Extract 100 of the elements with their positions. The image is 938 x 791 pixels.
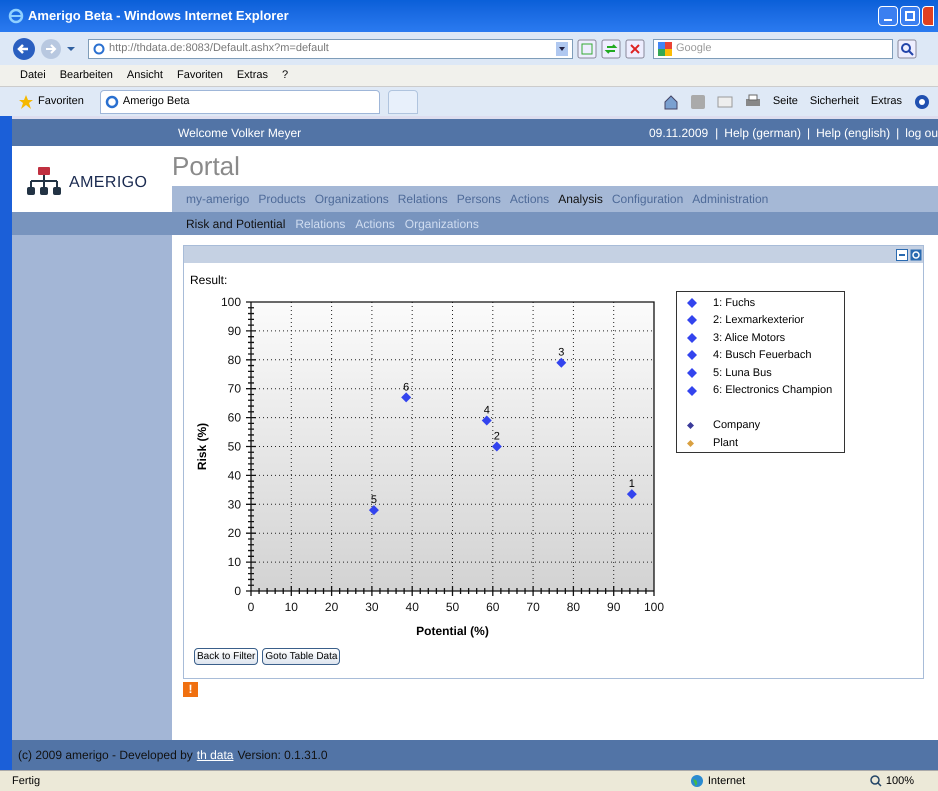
- toolbar-menu[interactable]: Sicherheit: [810, 93, 859, 110]
- browser-logo-icon: [8, 8, 24, 24]
- diamond-icon: [687, 368, 697, 378]
- legend-entry: Company: [713, 418, 760, 434]
- x-tick-label: 40: [406, 600, 419, 614]
- y-tick-label: 100: [220, 295, 241, 309]
- footer-text: (c) 2009 amerigo - Developed by: [18, 747, 193, 764]
- action-button[interactable]: Goto Table Data: [262, 648, 340, 665]
- window-title: Amerigo Beta - Windows Internet Explorer: [28, 7, 289, 26]
- refresh-icon[interactable]: [601, 38, 621, 58]
- minimize-button[interactable]: [878, 6, 898, 26]
- diamond-icon: [687, 315, 697, 326]
- header-link[interactable]: Help (german): [724, 124, 801, 142]
- minimize-panel-icon[interactable]: [896, 248, 908, 260]
- point-label: 5: [370, 494, 377, 506]
- action-button[interactable]: Back to Filter: [194, 648, 258, 665]
- maximize-button[interactable]: [900, 6, 920, 26]
- separator: |: [895, 124, 900, 142]
- home-icon[interactable]: [662, 94, 679, 110]
- separator: |: [806, 124, 812, 142]
- dropdown-icon[interactable]: [556, 42, 568, 56]
- close-button[interactable]: [922, 6, 934, 26]
- diamond-icon: [687, 386, 697, 396]
- version-text: Version: 0.1.31.0: [237, 747, 328, 764]
- search-field[interactable]: Google: [653, 38, 893, 58]
- menu-item[interactable]: Favoriten: [176, 67, 223, 84]
- x-tick-label: 70: [526, 600, 540, 614]
- footer-link[interactable]: th data: [196, 746, 234, 764]
- x-axis-title: Potential (%): [416, 624, 489, 638]
- subnav-tab[interactable]: Risk and Potiential: [186, 214, 286, 232]
- status-text: Fertig: [12, 774, 40, 789]
- header-link[interactable]: Help (english): [816, 124, 890, 142]
- legend-entry: 1: Fuchs: [713, 296, 756, 311]
- nav-tab[interactable]: Organizations: [314, 190, 389, 208]
- logo-text: AMERIGO: [69, 173, 148, 193]
- toolbar-menu[interactable]: Seite: [772, 93, 798, 110]
- welcome-text: Welcome Volker Meyer: [178, 124, 302, 142]
- y-tick-label: 90: [228, 324, 241, 338]
- toolbar-menu[interactable]: Extras: [870, 93, 902, 110]
- menu-item[interactable]: Datei: [20, 67, 46, 84]
- dropdown-arrow-icon[interactable]: [66, 46, 76, 52]
- y-axis-title: Risk (%): [195, 422, 209, 470]
- browser-tab[interactable]: Amerigo Beta: [100, 90, 380, 114]
- nav-tab[interactable]: Analysis: [558, 190, 603, 208]
- star-icon: [18, 94, 34, 110]
- x-tick-label: 20: [324, 600, 338, 614]
- y-tick-label: 60: [228, 410, 241, 425]
- point-label: 3: [558, 346, 564, 359]
- header-date: 09.11.2009: [649, 124, 710, 142]
- compatibility-icon[interactable]: [577, 38, 597, 58]
- x-tick-label: 0: [248, 600, 254, 614]
- back-button[interactable]: [12, 36, 36, 60]
- legend-entry: Plant: [713, 436, 738, 452]
- x-tick-label: 50: [446, 600, 460, 614]
- legend-entry: 2: Lexmarkexterior: [713, 313, 804, 328]
- menu-item[interactable]: Extras: [236, 67, 268, 84]
- search-icon[interactable]: [897, 38, 917, 58]
- point-label: 4: [484, 404, 490, 416]
- nav-tab[interactable]: Relations: [398, 190, 448, 208]
- diamond-icon: [687, 332, 697, 343]
- nav-tab[interactable]: Actions: [510, 190, 550, 208]
- nav-tab[interactable]: Products: [258, 190, 306, 208]
- x-tick-label: 100: [644, 600, 664, 614]
- menu-item[interactable]: Bearbeiten: [60, 67, 113, 84]
- x-tick-label: 10: [284, 600, 298, 614]
- nav-tab[interactable]: Configuration: [612, 190, 684, 208]
- search-provider-icon: [658, 42, 672, 56]
- legend-entry: 3: Alice Motors: [713, 330, 786, 346]
- point-label: 6: [403, 381, 410, 394]
- result-label: Result:: [190, 272, 228, 289]
- point-label: 1: [628, 478, 635, 490]
- address-field[interactable]: http://thdata.de:8083/Default.ashx?m=default: [88, 38, 573, 58]
- diamond-icon: [687, 350, 697, 360]
- zoom-icon[interactable]: [870, 775, 882, 787]
- legend-entry: 6: Electronics Champion: [713, 383, 832, 398]
- nav-tab[interactable]: Persons: [456, 190, 501, 208]
- menu-item[interactable]: ?: [282, 67, 288, 84]
- help-icon[interactable]: [914, 94, 930, 110]
- page-title: Portal: [172, 150, 240, 183]
- legend-entry: 4: Busch Feuerbach: [713, 348, 812, 364]
- x-tick-label: 90: [607, 600, 620, 614]
- x-tick-label: 30: [365, 600, 379, 614]
- warning-icon: !: [183, 682, 198, 697]
- favorites-button[interactable]: Favoriten: [18, 93, 92, 110]
- stop-icon[interactable]: [625, 38, 645, 58]
- nav-tab[interactable]: my-amerigo: [186, 190, 250, 208]
- page-icon: [104, 94, 119, 108]
- diamond-icon: [687, 298, 697, 308]
- y-tick-label: 30: [228, 497, 241, 512]
- nav-tab[interactable]: Administration: [692, 190, 768, 208]
- y-tick-label: 20: [228, 526, 241, 540]
- menu-item[interactable]: Ansicht: [126, 67, 163, 84]
- y-tick-label: 0: [234, 584, 241, 598]
- zoom-level[interactable]: 100%: [886, 772, 914, 790]
- x-tick-label: 60: [486, 600, 500, 614]
- header-link[interactable]: log ou: [905, 124, 938, 142]
- page-icon: [93, 42, 105, 54]
- separator: |: [714, 124, 720, 142]
- x-tick-label: 80: [566, 600, 580, 614]
- refresh-panel-icon[interactable]: [910, 248, 922, 260]
